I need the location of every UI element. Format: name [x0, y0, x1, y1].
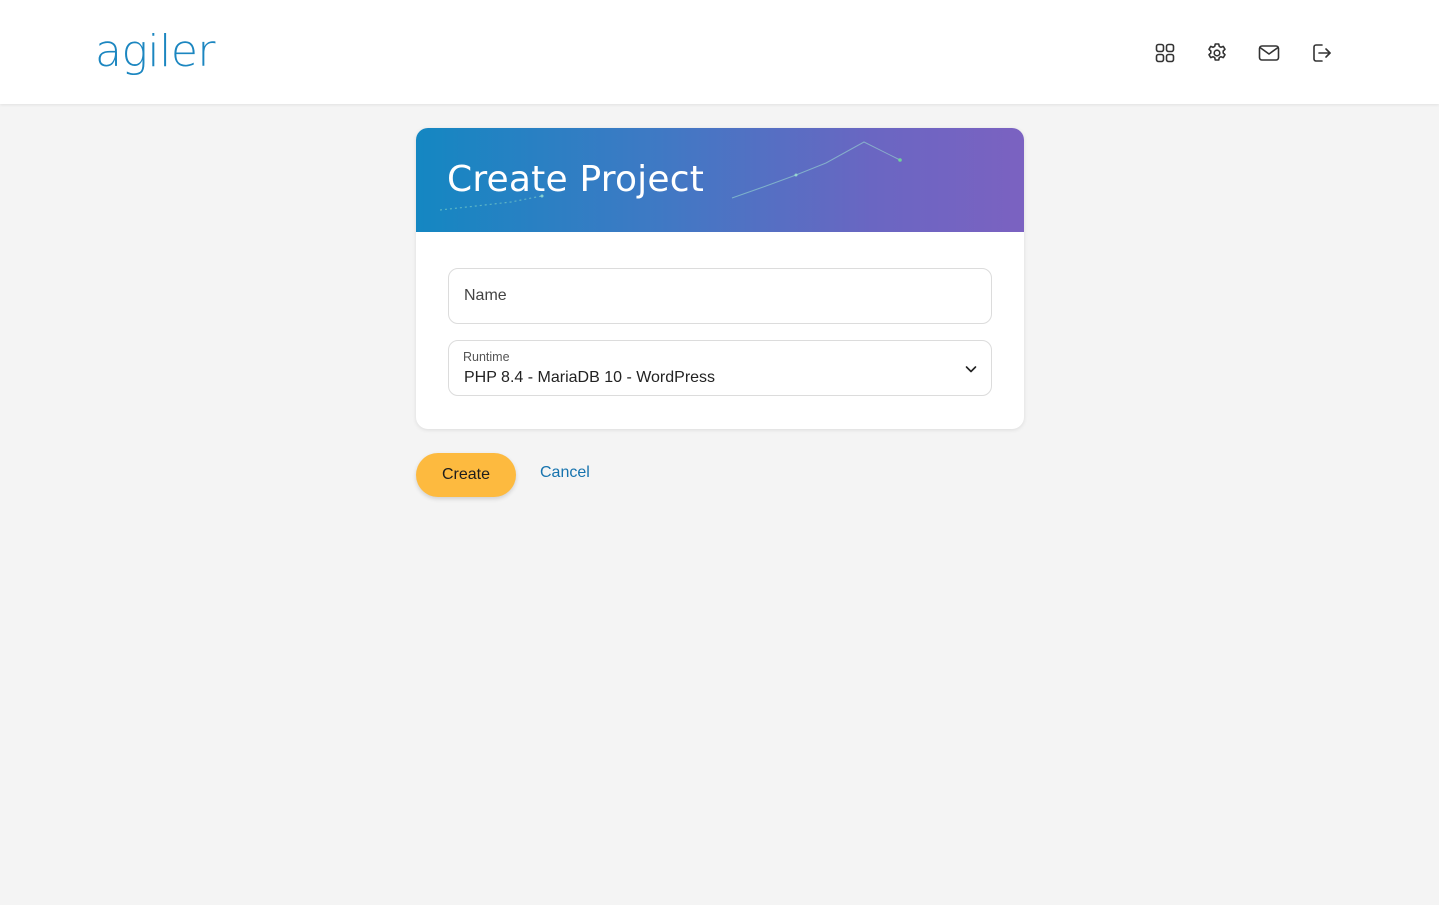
create-button[interactable]: Create	[416, 453, 516, 497]
runtime-label: Runtime	[463, 350, 510, 364]
runtime-select[interactable]: Runtime PHP 8.4 - MariaDB 10 - WordPress	[448, 340, 992, 396]
card-header-banner: Create Project	[416, 128, 1024, 232]
chevron-down-icon[interactable]	[963, 361, 979, 377]
mail-icon[interactable]	[1257, 41, 1281, 65]
navbar-icons	[1153, 41, 1333, 65]
grid-icon[interactable]	[1153, 41, 1177, 65]
page-title: Create Project	[447, 159, 705, 200]
cancel-link[interactable]: Cancel	[540, 464, 590, 482]
name-field[interactable]	[448, 268, 992, 324]
logout-icon[interactable]	[1309, 41, 1333, 65]
gear-icon[interactable]	[1205, 41, 1229, 65]
agiler-logo[interactable]: agiler	[95, 26, 215, 78]
runtime-value: PHP 8.4 - MariaDB 10 - WordPress	[464, 369, 716, 386]
name-input[interactable]	[449, 269, 991, 323]
top-navbar: agiler	[0, 0, 1439, 104]
create-project-card: Create Project Runtime PHP 8.4 - MariaDB…	[416, 128, 1024, 429]
